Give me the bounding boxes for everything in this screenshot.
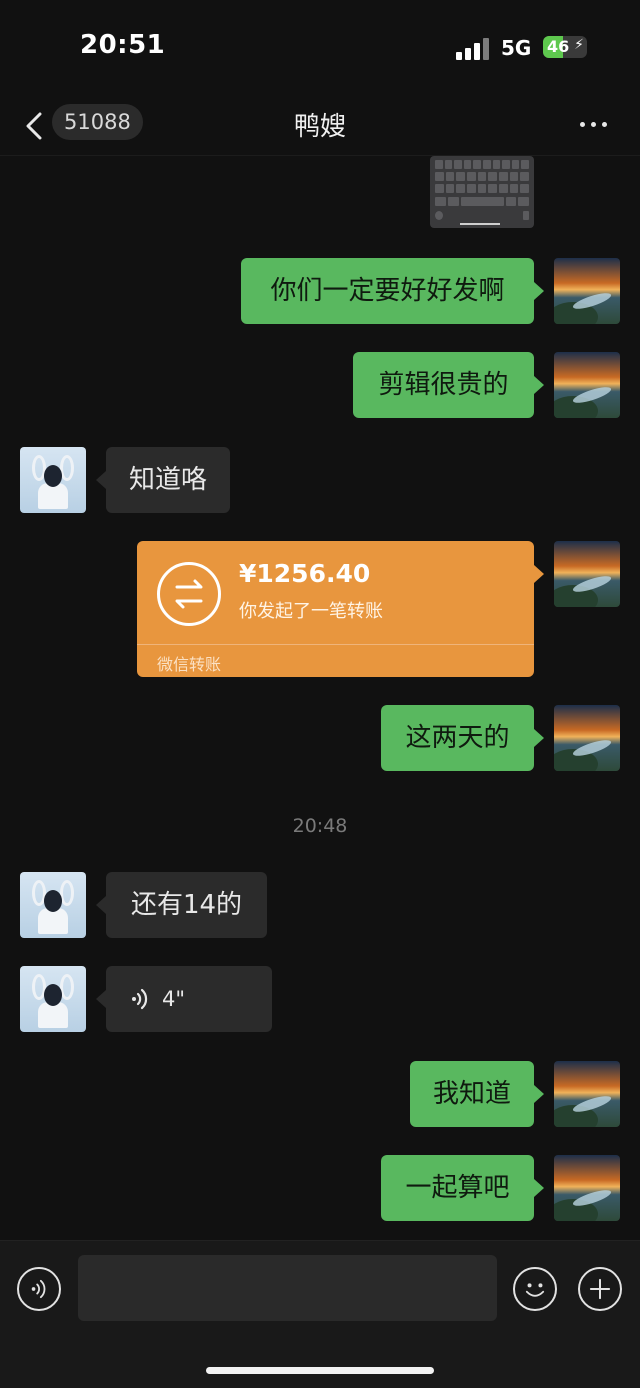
- network-type: 5G: [501, 36, 532, 60]
- message-bubble[interactable]: 知道咯: [96, 447, 230, 513]
- my-avatar[interactable]: [554, 541, 620, 607]
- home-indicator: [206, 1367, 434, 1374]
- contact-avatar[interactable]: [20, 447, 86, 513]
- transfer-description: 你发起了一笔转账: [239, 601, 383, 622]
- my-avatar[interactable]: [554, 705, 620, 771]
- chat-header: 51088 鸭嫂: [0, 96, 640, 156]
- transfer-label: 微信转账: [157, 655, 222, 674]
- more-options-icon[interactable]: [576, 114, 612, 134]
- status-bar: 20:51 5G 46 ⚡: [0, 0, 640, 96]
- message-bubble[interactable]: 剪辑很贵的: [353, 352, 544, 418]
- transfer-divider: [137, 644, 534, 645]
- voice-mode-icon[interactable]: [17, 1267, 61, 1311]
- message-bubble[interactable]: 还有14的: [96, 872, 267, 938]
- voice-message[interactable]: 4": [96, 966, 272, 1032]
- chat-title: 鸭嫂: [293, 112, 346, 142]
- transfer-arrows-icon: [157, 562, 221, 626]
- message-input[interactable]: [78, 1255, 497, 1321]
- message-bubble[interactable]: 我知道: [410, 1061, 544, 1127]
- transfer-amount: ¥1256.40: [239, 559, 371, 588]
- my-avatar[interactable]: [554, 352, 620, 418]
- emoji-icon[interactable]: [513, 1267, 557, 1311]
- charging-bolt-icon: ⚡: [574, 37, 584, 53]
- input-bar: [0, 1240, 640, 1388]
- signal-icon: [456, 38, 490, 60]
- transfer-card[interactable]: ¥1256.40 你发起了一笔转账 微信转账: [137, 541, 544, 677]
- message-bubble[interactable]: 这两天的: [381, 705, 544, 771]
- image-message[interactable]: [430, 156, 534, 228]
- message-bubble[interactable]: 一起算吧: [381, 1155, 544, 1221]
- my-avatar[interactable]: [554, 258, 620, 324]
- chat-timestamp: 20:48: [292, 815, 348, 837]
- my-avatar[interactable]: [554, 1061, 620, 1127]
- battery-level: 46: [547, 37, 570, 56]
- plus-icon[interactable]: [578, 1267, 622, 1311]
- battery-icon: 46 ⚡: [543, 36, 587, 58]
- my-avatar[interactable]: [554, 1155, 620, 1221]
- status-time: 20:51: [80, 30, 166, 60]
- contact-avatar[interactable]: [20, 872, 86, 938]
- voice-duration: 4": [162, 987, 186, 1011]
- voice-wave-icon: [132, 988, 148, 1010]
- message-bubble[interactable]: 你们一定要好好发啊: [241, 258, 544, 324]
- contact-avatar[interactable]: [20, 966, 86, 1032]
